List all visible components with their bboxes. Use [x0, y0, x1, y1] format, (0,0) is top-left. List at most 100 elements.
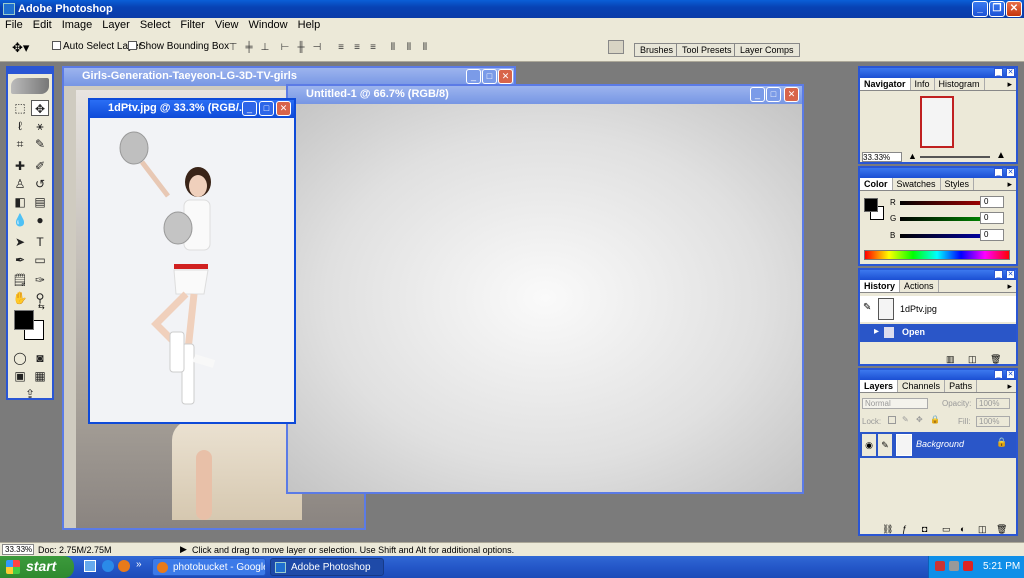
layer-brush-icon[interactable]: ✎ — [878, 434, 892, 456]
panel-close-button[interactable]: ✕ — [1006, 68, 1015, 77]
doc-maximize-button[interactable]: □ — [766, 87, 781, 102]
tab-histogram[interactable]: Histogram — [935, 78, 985, 90]
history-state-pointer-icon[interactable]: ▸ — [874, 326, 879, 337]
delete-state-icon[interactable]: 🗑 — [990, 354, 1001, 365]
delete-layer-icon[interactable]: 🗑 — [996, 524, 1007, 535]
channel-r-value[interactable]: 0 — [980, 196, 1004, 208]
distribute-left-icon[interactable]: ⦀ — [386, 42, 400, 54]
quickmask-mode-icon[interactable]: ◙ — [31, 350, 49, 366]
close-button[interactable]: ✕ — [1006, 1, 1022, 17]
align-left-icon[interactable]: ⊢ — [278, 42, 292, 54]
align-hcenter-icon[interactable]: ╫ — [294, 42, 308, 54]
doc-window-untitled[interactable]: Untitled-1 @ 66.7% (RGB/8) _ □ ✕ — [286, 84, 804, 494]
clock[interactable]: 5:21 PM — [983, 561, 1020, 572]
layer-row-background[interactable]: ◉ ✎ Background 🔒 — [860, 432, 1016, 458]
menu-select[interactable]: Select — [135, 18, 176, 34]
layer-mask-icon[interactable]: ◘ — [922, 524, 927, 534]
navigator-thumbnail[interactable] — [920, 96, 954, 148]
move-tool-icon[interactable]: ✥ — [31, 100, 49, 116]
eyedropper-icon[interactable]: ✑ — [31, 272, 49, 288]
distribute-bottom-icon[interactable]: ≡ — [366, 42, 380, 54]
menu-view[interactable]: View — [210, 18, 244, 34]
move-tool-preset-icon[interactable]: ✥▾ — [12, 40, 29, 56]
eraser-tool-icon[interactable]: ◧ — [11, 194, 29, 210]
navigator-zoom-slider[interactable] — [920, 156, 990, 158]
align-top-icon[interactable]: ⊤ — [226, 42, 240, 54]
blur-tool-icon[interactable]: 💧 — [11, 212, 29, 228]
color-spectrum-ramp[interactable] — [864, 250, 1010, 260]
doc-maximize-button[interactable]: □ — [259, 101, 274, 116]
crop-tool-icon[interactable]: ⌗ — [11, 136, 29, 152]
path-select-icon[interactable]: ➤ — [11, 234, 29, 250]
doc-window-active[interactable]: 1dPtv.jpg @ 33.3% (RGB/... _ □ ✕ — [88, 98, 296, 424]
tray-network-icon[interactable] — [935, 561, 945, 571]
panel-menu-icon[interactable]: ▸ — [1003, 178, 1016, 190]
tab-history[interactable]: History — [860, 280, 901, 292]
imageready-jump-icon[interactable]: ⇪ — [21, 386, 39, 402]
align-vcenter-icon[interactable]: ╪ — [242, 42, 256, 54]
hand-tool-icon[interactable]: ✋ — [11, 290, 29, 306]
slice-tool-icon[interactable]: ✎ — [31, 136, 49, 152]
task-photoshop[interactable]: Adobe Photoshop — [270, 558, 384, 576]
distribute-top-icon[interactable]: ≡ — [334, 42, 348, 54]
distribute-vcenter-icon[interactable]: ≡ — [350, 42, 364, 54]
panel-minimize-button[interactable]: _ — [994, 270, 1003, 279]
panel-menu-icon[interactable]: ▸ — [1003, 78, 1016, 90]
canvas-active[interactable] — [90, 118, 294, 422]
layer-visibility-eye-icon[interactable]: ◉ — [862, 434, 876, 456]
status-zoom[interactable]: 33.33% — [2, 544, 34, 555]
tray-volume-icon[interactable] — [949, 561, 959, 571]
zoom-out-icon[interactable]: ▲ — [908, 151, 917, 161]
menu-edit[interactable]: Edit — [28, 18, 57, 34]
menu-help[interactable]: Help — [293, 18, 326, 34]
new-layer-icon[interactable]: ◫ — [978, 524, 987, 535]
new-snapshot-icon[interactable]: ◫ — [968, 354, 977, 365]
tab-actions[interactable]: Actions — [900, 280, 939, 292]
fill-value[interactable]: 100% — [976, 416, 1010, 427]
panel-close-button[interactable]: ✕ — [1006, 270, 1015, 279]
adjustment-layer-icon[interactable]: ◐ — [960, 524, 965, 534]
tab-paths[interactable]: Paths — [945, 380, 978, 392]
quicklaunch-ie-icon[interactable] — [102, 560, 114, 572]
well-tool-presets[interactable]: Tool Presets — [676, 43, 738, 57]
well-layer-comps[interactable]: Layer Comps — [734, 43, 800, 57]
history-brush-icon[interactable]: ↺ — [31, 176, 49, 192]
menu-image[interactable]: Image — [57, 18, 98, 34]
channel-b-value[interactable]: 0 — [980, 229, 1004, 241]
minimize-button[interactable]: _ — [972, 1, 988, 17]
panel-close-button[interactable]: ✕ — [1006, 168, 1015, 177]
doc-close-button[interactable]: ✕ — [784, 87, 799, 102]
quicklaunch-desktop-icon[interactable] — [84, 560, 96, 572]
menu-filter[interactable]: Filter — [175, 18, 209, 34]
show-bbox-checkbox[interactable]: Show Bounding Box — [128, 41, 229, 52]
swap-colors-icon[interactable]: ⇆ — [38, 302, 45, 311]
align-right-icon[interactable]: ⊣ — [310, 42, 324, 54]
gradient-tool-icon[interactable]: ▤ — [31, 194, 49, 210]
tab-color[interactable]: Color — [860, 178, 893, 190]
link-layers-icon[interactable]: ⛓ — [882, 524, 893, 535]
panel-menu-icon[interactable]: ▸ — [1003, 380, 1016, 392]
channel-g-value[interactable]: 0 — [980, 212, 1004, 224]
new-document-from-state-icon[interactable]: ▥ — [946, 354, 955, 365]
tab-navigator[interactable]: Navigator — [860, 78, 911, 90]
status-doc-size[interactable]: Doc: 2.75M/2.75M — [38, 545, 112, 555]
doc-close-button[interactable]: ✕ — [276, 101, 291, 116]
dodge-tool-icon[interactable]: ● — [31, 212, 49, 228]
brush-tool-icon[interactable]: ✐ — [31, 158, 49, 174]
menu-layer[interactable]: Layer — [97, 18, 135, 34]
doc-minimize-button[interactable]: _ — [750, 87, 765, 102]
history-snapshot-row[interactable]: ✎ 1dPtv.jpg — [860, 296, 1016, 322]
history-step-row[interactable]: ▸ Open — [860, 324, 1016, 342]
tab-layers[interactable]: Layers — [860, 380, 899, 392]
well-brushes[interactable]: Brushes — [634, 43, 680, 57]
notes-tool-icon[interactable]: 🗒 — [11, 272, 29, 288]
screen-mode-icon[interactable]: ▣ — [11, 368, 29, 384]
marquee-tool-icon[interactable]: ⬚ — [11, 100, 29, 116]
panel-close-button[interactable]: ✕ — [1006, 370, 1015, 379]
layer-style-icon[interactable]: ƒ — [902, 524, 907, 534]
quicklaunch-firefox-icon[interactable] — [118, 560, 130, 572]
panel-minimize-button[interactable]: _ — [994, 68, 1003, 77]
new-group-icon[interactable]: ▭ — [942, 524, 951, 535]
doc-minimize-button[interactable]: _ — [242, 101, 257, 116]
distribute-right-icon[interactable]: ⦀ — [418, 42, 432, 54]
